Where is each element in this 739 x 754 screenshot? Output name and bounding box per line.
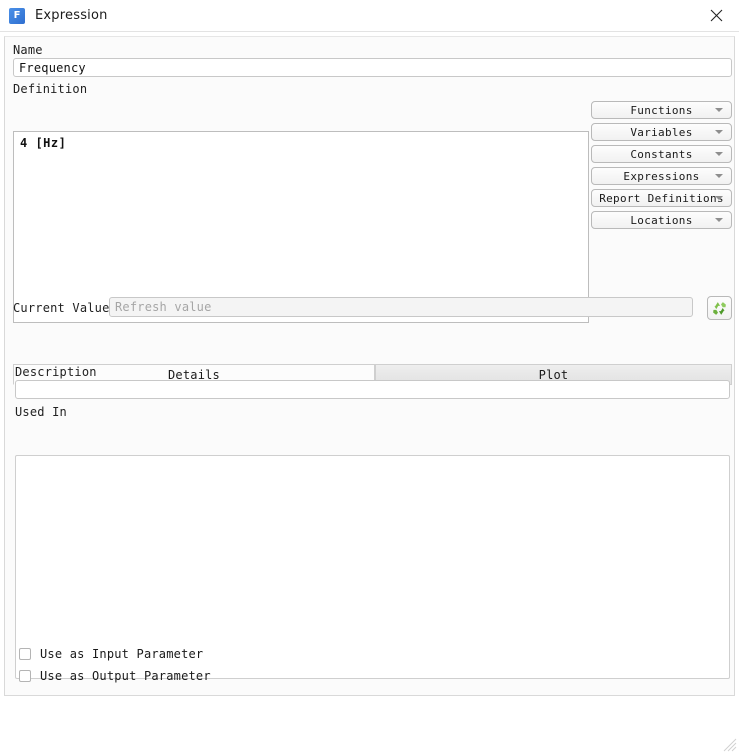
use-as-input-parameter-checkbox[interactable]: Use as Input Parameter bbox=[19, 647, 203, 661]
checkbox-box bbox=[19, 648, 31, 660]
chevron-down-icon bbox=[715, 174, 723, 178]
locations-dropdown[interactable]: Locations bbox=[591, 211, 732, 229]
variables-dropdown-label: Variables bbox=[630, 125, 693, 139]
constants-dropdown[interactable]: Constants bbox=[591, 145, 732, 163]
name-label: Name bbox=[13, 43, 43, 57]
chevron-down-icon bbox=[715, 196, 723, 200]
refresh-icon bbox=[713, 301, 726, 315]
description-input[interactable] bbox=[15, 380, 730, 399]
functions-dropdown[interactable]: Functions bbox=[591, 101, 732, 119]
resize-grip[interactable] bbox=[723, 738, 737, 752]
use-as-input-parameter-label: Use as Input Parameter bbox=[40, 647, 204, 661]
refresh-value-button[interactable] bbox=[707, 296, 732, 320]
functions-dropdown-label: Functions bbox=[630, 103, 693, 117]
expressions-dropdown-label: Expressions bbox=[623, 169, 700, 183]
dialog-footer: OK Cancel Help CAE 源流 bbox=[0, 697, 739, 754]
name-input-value: Frequency bbox=[19, 60, 86, 75]
definition-label: Definition bbox=[13, 82, 88, 96]
chevron-down-icon bbox=[715, 218, 723, 222]
constants-dropdown-label: Constants bbox=[630, 147, 693, 161]
locations-dropdown-label: Locations bbox=[630, 213, 693, 227]
name-input[interactable]: Frequency bbox=[13, 58, 732, 77]
current-value-input[interactable]: Refresh value bbox=[109, 297, 693, 317]
variables-dropdown[interactable]: Variables bbox=[591, 123, 732, 141]
chevron-down-icon bbox=[715, 108, 723, 112]
expression-icon: F bbox=[9, 7, 25, 24]
description-label: Description bbox=[15, 365, 97, 379]
current-value-label: Current Value bbox=[13, 301, 110, 315]
dialog-body: Name Frequency Definition 4 [Hz] Functio… bbox=[4, 36, 735, 696]
definition-text: 4 [Hz] bbox=[20, 136, 67, 150]
title-bar: F Expression bbox=[0, 0, 739, 32]
expression-icon-glyph: F bbox=[13, 9, 21, 21]
definition-textarea[interactable]: 4 [Hz] bbox=[13, 131, 589, 323]
report-definitions-dropdown-label: Report Definitions bbox=[599, 191, 724, 205]
window-title: Expression bbox=[35, 8, 108, 23]
report-definitions-dropdown[interactable]: Report Definitions bbox=[591, 189, 732, 207]
expressions-dropdown[interactable]: Expressions bbox=[591, 167, 732, 185]
used-in-label: Used In bbox=[15, 405, 67, 419]
checkbox-box bbox=[19, 670, 31, 682]
expression-dialog: F Expression Name Frequency Definition 4… bbox=[0, 0, 739, 754]
current-value-placeholder: Refresh value bbox=[115, 300, 212, 314]
use-as-output-parameter-label: Use as Output Parameter bbox=[40, 669, 211, 683]
close-icon bbox=[710, 9, 722, 22]
chevron-down-icon bbox=[715, 152, 723, 156]
use-as-output-parameter-checkbox[interactable]: Use as Output Parameter bbox=[19, 669, 211, 683]
chevron-down-icon bbox=[715, 130, 723, 134]
close-button[interactable] bbox=[693, 0, 739, 31]
used-in-list[interactable] bbox=[15, 455, 730, 679]
